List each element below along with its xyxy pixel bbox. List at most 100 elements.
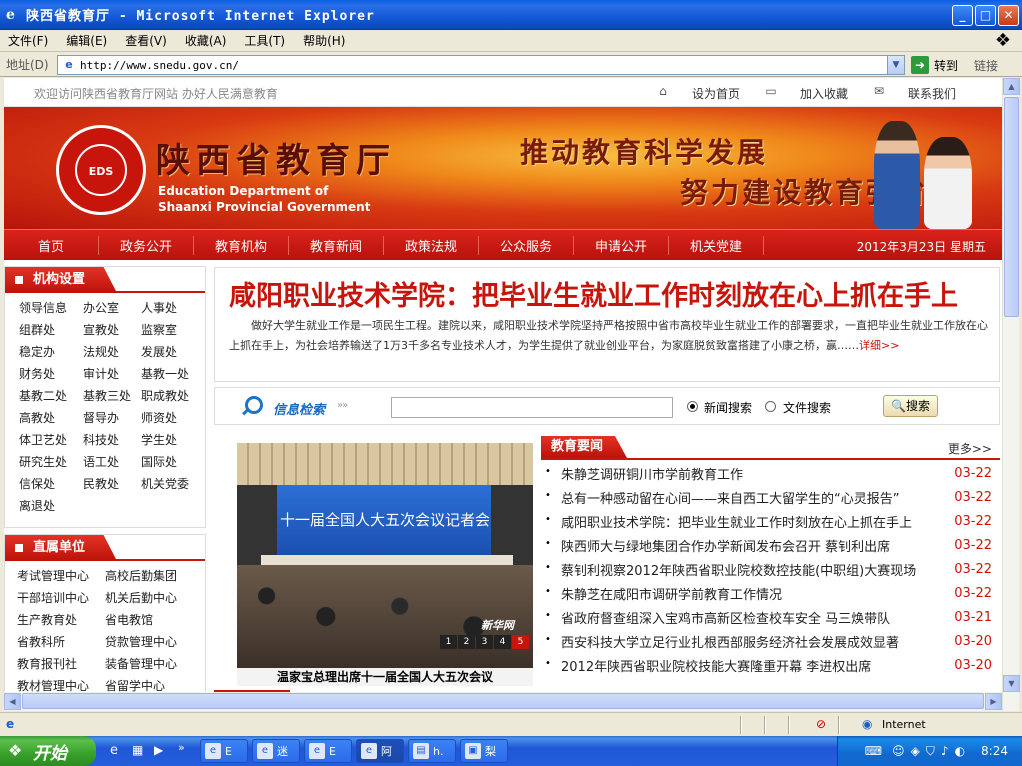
- department-link[interactable]: 稳定办: [19, 343, 83, 359]
- news-item[interactable]: • 朱静芝在咸阳市调研学前教育工作情况 03-22: [541, 582, 1000, 606]
- nav-policies[interactable]: 政策法规: [384, 235, 479, 255]
- nav-home[interactable]: 首页: [4, 235, 99, 255]
- department-link[interactable]: 高教处: [19, 409, 83, 425]
- add-favorites-link[interactable]: 加入收藏: [800, 85, 848, 102]
- department-link[interactable]: 职成教处: [141, 387, 203, 403]
- news-item-title[interactable]: 总有一种感动留在心间——来自西工大留学生的“心灵报告”: [561, 488, 941, 507]
- news-item-title[interactable]: 朱静芝调研铜川市学前教育工作: [561, 464, 941, 483]
- news-item-title[interactable]: 朱静芝在咸阳市调研学前教育工作情况: [561, 584, 941, 603]
- department-link[interactable]: 语工处: [83, 453, 141, 469]
- go-arrow-icon[interactable]: ➜: [911, 56, 929, 74]
- nav-party[interactable]: 机关党建: [669, 235, 764, 255]
- department-link[interactable]: 宣教处: [83, 321, 141, 337]
- nav-government-affairs[interactable]: 政务公开: [99, 235, 194, 255]
- nav-disclosure[interactable]: 申请公开: [574, 235, 669, 255]
- news-search-label[interactable]: 新闻搜索: [704, 399, 752, 416]
- department-link[interactable]: 基教三处: [83, 387, 141, 403]
- headline-title[interactable]: 咸阳职业技术学院：把毕业生就业工作时刻放在心上抓在手上: [229, 274, 958, 313]
- news-item[interactable]: • 西安科技大学立足行业扎根西部服务经济社会发展成效显著 03-20: [541, 630, 1000, 654]
- pager-3[interactable]: 3: [476, 635, 493, 649]
- volume-icon[interactable]: ♪: [941, 744, 949, 758]
- close-button[interactable]: ✕: [998, 5, 1019, 26]
- search-button[interactable]: 🔍搜索: [883, 395, 938, 417]
- affiliate-link[interactable]: 省留学中心: [105, 677, 197, 692]
- window-titlebar[interactable]: e 陕西省教育厅 - Microsoft Internet Explorer _…: [0, 0, 1022, 30]
- news-item[interactable]: • 朱静芝调研铜川市学前教育工作 03-22: [541, 462, 1000, 486]
- minimize-button[interactable]: _: [952, 5, 973, 26]
- horizontal-scroll-thumb[interactable]: [22, 693, 984, 709]
- department-link[interactable]: 领导信息: [19, 299, 83, 315]
- quicklaunch-desktop-icon[interactable]: ▦: [132, 743, 143, 757]
- antivirus-icon[interactable]: ◐: [955, 744, 965, 758]
- address-input[interactable]: e http://www.snedu.gov.cn/ ▼: [57, 55, 905, 75]
- department-link[interactable]: 信保处: [19, 475, 83, 491]
- affiliate-link[interactable]: 省教科所: [17, 633, 105, 649]
- news-item[interactable]: • 陕西师大与绿地集团合作办学新闻发布会召开 蔡钊利出席 03-22: [541, 534, 1000, 558]
- department-link[interactable]: 督导办: [83, 409, 141, 425]
- set-homepage-link[interactable]: 设为首页: [692, 85, 740, 102]
- news-item-title[interactable]: 蔡钊利视察2012年陕西省职业院校数控技能(中职组)大赛现场: [561, 560, 941, 579]
- news-search-radio[interactable]: [687, 401, 698, 412]
- address-url[interactable]: http://www.snedu.gov.cn/: [80, 59, 239, 72]
- department-link[interactable]: 科技处: [83, 431, 141, 447]
- pager-4[interactable]: 4: [494, 635, 511, 649]
- scroll-right-icon[interactable]: ▶: [985, 693, 1002, 710]
- news-item-title[interactable]: 陕西师大与绿地集团合作办学新闻发布会召开 蔡钊利出席: [561, 536, 941, 555]
- department-link[interactable]: 审计处: [83, 365, 141, 381]
- file-search-label[interactable]: 文件搜索: [783, 399, 831, 416]
- department-link[interactable]: 基教二处: [19, 387, 83, 403]
- task-button-3[interactable]: eE: [304, 739, 352, 763]
- horizontal-scrollbar[interactable]: ◀ ▶: [4, 692, 1002, 711]
- network-icon[interactable]: ◈: [911, 744, 920, 758]
- start-button[interactable]: ❖ 开始: [0, 736, 96, 766]
- affiliate-link[interactable]: 高校后勤集团: [105, 567, 197, 583]
- affiliate-link[interactable]: 省电教馆: [105, 611, 197, 627]
- affiliate-link[interactable]: 机关后勤中心: [105, 589, 197, 605]
- department-link[interactable]: 体卫艺处: [19, 431, 83, 447]
- news-item[interactable]: • 总有一种感动留在心间——来自西工大留学生的“心灵报告” 03-22: [541, 486, 1000, 510]
- department-link[interactable]: 学生处: [141, 431, 203, 447]
- affiliate-link[interactable]: 教育报刊社: [17, 655, 105, 671]
- maximize-button[interactable]: □: [975, 5, 996, 26]
- department-link[interactable]: 机关党委: [141, 475, 203, 491]
- scroll-down-icon[interactable]: ▼: [1003, 675, 1020, 692]
- task-button-4[interactable]: e阿: [356, 739, 404, 763]
- menu-tools[interactable]: 工具(T): [244, 32, 285, 49]
- menu-edit[interactable]: 编辑(E): [66, 32, 107, 49]
- qq-icon[interactable]: ☺: [892, 744, 905, 758]
- vertical-scroll-thumb[interactable]: [1004, 97, 1019, 317]
- news-item[interactable]: • 咸阳职业技术学院：把毕业生就业工作时刻放在心上抓在手上 03-22: [541, 510, 1000, 534]
- pager-1[interactable]: 1: [440, 635, 457, 649]
- keyboard-icon[interactable]: ⌨: [865, 744, 882, 758]
- department-link[interactable]: 法规处: [83, 343, 141, 359]
- department-link[interactable]: 师资处: [141, 409, 203, 425]
- department-link[interactable]: 办公室: [83, 299, 141, 315]
- pager-5[interactable]: 5: [512, 635, 529, 649]
- task-button-1[interactable]: eE: [200, 739, 248, 763]
- news-item[interactable]: • 省政府督查组深入宝鸡市高新区检查校车安全 马三焕带队 03-21: [541, 606, 1000, 630]
- clock[interactable]: 8:24: [981, 744, 1008, 758]
- news-item-title[interactable]: 西安科技大学立足行业扎根西部服务经济社会发展成效显著: [561, 632, 941, 651]
- headline-more-link[interactable]: 详细>>: [859, 339, 899, 352]
- department-link[interactable]: 人事处: [141, 299, 203, 315]
- nav-institutions[interactable]: 教育机构: [194, 235, 289, 255]
- affiliate-link[interactable]: 贷款管理中心: [105, 633, 197, 649]
- menu-view[interactable]: 查看(V): [125, 32, 167, 49]
- news-more-link[interactable]: 更多>>: [948, 440, 992, 457]
- quicklaunch-more-icon[interactable]: »: [178, 741, 185, 754]
- affiliate-link[interactable]: 考试管理中心: [17, 567, 105, 583]
- file-search-radio[interactable]: [765, 401, 776, 412]
- department-link[interactable]: 发展处: [141, 343, 203, 359]
- links-button[interactable]: 链接: [974, 57, 998, 74]
- scroll-left-icon[interactable]: ◀: [4, 693, 21, 710]
- news-photo-slider[interactable]: 十一届全国人大五次会议记者会 新华网 1 2 3 4 5: [237, 443, 533, 668]
- vertical-scrollbar[interactable]: ▲ ▼: [1002, 78, 1020, 711]
- quicklaunch-ie-icon[interactable]: e: [110, 743, 118, 758]
- go-button[interactable]: 转到: [934, 57, 958, 74]
- scroll-up-icon[interactable]: ▲: [1003, 78, 1020, 95]
- search-input[interactable]: [391, 397, 673, 418]
- menu-file[interactable]: 文件(F): [8, 32, 48, 49]
- news-item-title[interactable]: 2012年陕西省职业院校技能大赛隆重开幕 李进权出席: [561, 656, 941, 675]
- security-shield-icon[interactable]: ⛉: [926, 744, 935, 759]
- department-link[interactable]: 财务处: [19, 365, 83, 381]
